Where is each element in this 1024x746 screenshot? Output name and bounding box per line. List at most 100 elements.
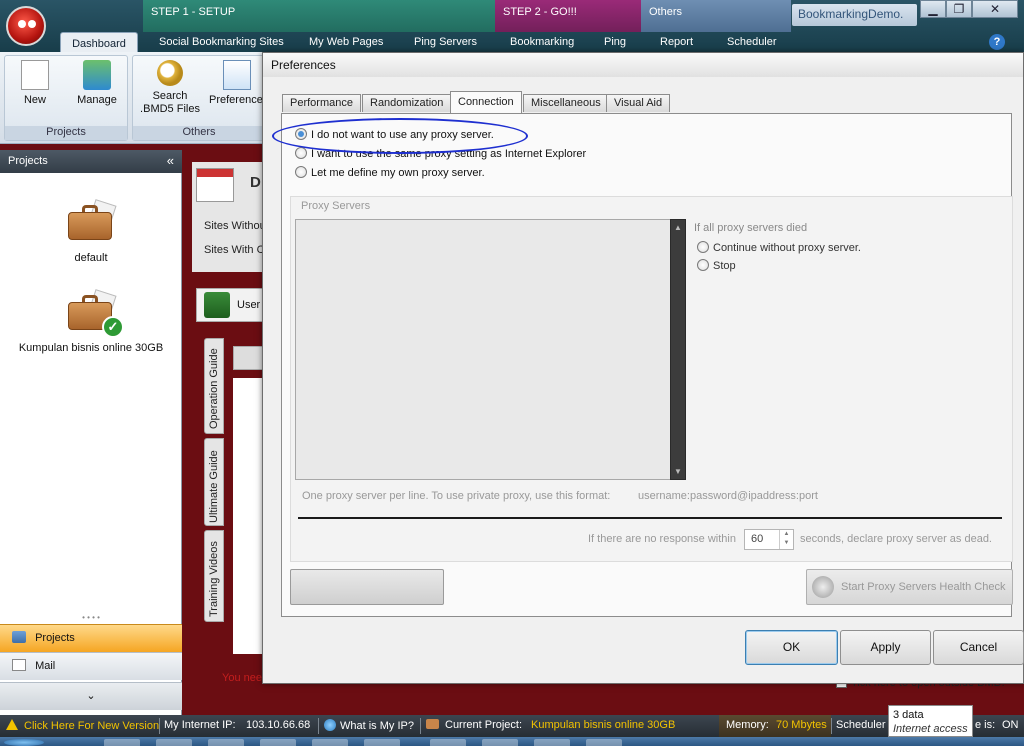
ribbon-group-projects: New Manage Projects xyxy=(4,55,128,141)
briefcase-small-icon xyxy=(426,719,439,729)
health-check-button[interactable]: Start Proxy Servers Health Check xyxy=(806,569,1013,605)
custom-proxy-radio[interactable]: Let me define my own proxy server. xyxy=(295,166,485,179)
collapse-panel-icon[interactable]: « xyxy=(167,153,174,168)
tab-training-videos[interactable]: Training Videos xyxy=(204,530,224,622)
projects-panel-header: Projects « xyxy=(0,150,182,173)
project-item[interactable]: ✓ Kumpulan bisnis online 30GB xyxy=(0,289,182,354)
annotation-circle xyxy=(272,118,528,154)
declare-dead-label: seconds, declare proxy server as dead. xyxy=(800,533,992,545)
tab-my-web-pages[interactable]: My Web Pages xyxy=(309,36,383,48)
taskbar-item[interactable] xyxy=(260,739,296,746)
manage-stack-icon xyxy=(83,60,111,90)
memory-label: Memory: xyxy=(726,719,769,731)
proxy-list-textarea[interactable] xyxy=(295,219,672,480)
ok-button[interactable]: OK xyxy=(745,630,838,665)
separator-line xyxy=(298,517,1002,519)
memory-value: 70 Mbytes xyxy=(776,719,827,731)
maximize-button[interactable]: ❐ xyxy=(946,0,972,18)
panel-resize-grip[interactable]: • • • • xyxy=(0,614,182,622)
ribbon-group-others: Search .BMD5 Files Preference Others xyxy=(132,55,266,141)
taskbar-item[interactable] xyxy=(104,739,140,746)
stop-radio[interactable]: Stop xyxy=(697,259,736,272)
document-icon xyxy=(196,168,234,202)
new-version-link[interactable]: Click Here For New Version xyxy=(6,719,159,732)
app-title: BookmarkingDemo. xyxy=(792,4,917,26)
taskbar-item[interactable] xyxy=(586,739,622,746)
search-bmd5-button[interactable]: Search .BMD5 Files xyxy=(137,60,203,116)
project-item[interactable]: default xyxy=(0,199,182,264)
start-button-icon[interactable] xyxy=(4,739,44,746)
proxy-servers-legend: Proxy Servers xyxy=(301,200,371,212)
new-project-button[interactable]: New xyxy=(17,60,53,106)
tab-report[interactable]: Report xyxy=(660,36,693,48)
others-header: Others xyxy=(641,0,791,32)
apply-button[interactable]: Apply xyxy=(840,630,931,665)
tab-connection[interactable]: Connection xyxy=(450,91,522,113)
nav-more-button[interactable]: ⌄ xyxy=(0,682,182,710)
projects-panel: Projects « default ✓ Kumpulan bisnis onl… xyxy=(0,150,182,715)
spin-arrows-icon[interactable]: ▲ ▼ xyxy=(779,530,793,549)
tab-bookmarking[interactable]: Bookmarking xyxy=(510,36,574,48)
taskbar-item[interactable] xyxy=(208,739,244,746)
health-check-icon xyxy=(812,576,834,598)
nav-mail-label: Mail xyxy=(35,660,56,672)
warning-icon xyxy=(6,719,18,730)
tab-dashboard[interactable]: Dashboard xyxy=(60,32,138,54)
current-project-label: Current Project: xyxy=(426,719,522,731)
preferences-button[interactable]: Preference xyxy=(209,60,267,106)
tab-visual-aid[interactable]: Visual Aid xyxy=(606,94,671,112)
nav-projects[interactable]: Projects xyxy=(0,624,182,652)
tab-randomization[interactable]: Randomization xyxy=(362,94,452,112)
proxy-list-scrollbar[interactable]: ▲ ▼ xyxy=(670,219,686,480)
what-is-my-ip-link[interactable]: What is My IP? xyxy=(324,719,414,732)
status-value: ON xyxy=(1002,719,1019,731)
blank-action-button[interactable] xyxy=(290,569,444,605)
radio-dot xyxy=(295,147,307,159)
taskbar-item[interactable] xyxy=(482,739,518,746)
projects-nav-icon xyxy=(12,631,26,643)
step1-header: STEP 1 - SETUP xyxy=(143,0,495,32)
close-window-button[interactable]: ✕ xyxy=(972,0,1018,18)
tab-performance[interactable]: Performance xyxy=(282,94,361,112)
tab-ping[interactable]: Ping xyxy=(604,36,626,48)
died-label: If all proxy servers died xyxy=(694,222,808,234)
cancel-button[interactable]: Cancel xyxy=(933,630,1024,665)
scroll-up-icon[interactable]: ▲ xyxy=(674,223,682,232)
magnifier-icon xyxy=(157,60,183,86)
radio-dot xyxy=(295,166,307,178)
tab-ping-servers[interactable]: Ping Servers xyxy=(414,36,477,48)
scheduler-status[interactable]: Scheduler xyxy=(836,719,886,731)
scroll-down-icon[interactable]: ▼ xyxy=(674,467,682,476)
tab-operation-guide[interactable]: Operation Guide xyxy=(204,338,224,434)
briefcase-icon xyxy=(66,199,117,242)
taskbar-item[interactable] xyxy=(534,739,570,746)
minimize-button[interactable]: ▁ xyxy=(920,0,946,18)
timeout-stepper[interactable]: 60 ▲ ▼ xyxy=(744,529,794,550)
my-ip-label: My Internet IP: xyxy=(164,719,236,731)
active-check-icon: ✓ xyxy=(102,316,124,338)
dialog-title: Preferences xyxy=(263,53,1023,77)
manage-projects-button[interactable]: Manage xyxy=(73,60,121,106)
taskbar-item[interactable] xyxy=(312,739,348,746)
tab-miscellaneous[interactable]: Miscellaneous xyxy=(523,94,609,112)
taskbar-item[interactable] xyxy=(364,739,400,746)
ribbon-group-label-others: Others xyxy=(133,126,265,140)
tab-scheduler[interactable]: Scheduler xyxy=(727,36,777,48)
current-project-value: Kumpulan bisnis online 30GB xyxy=(531,719,676,731)
sites-with-label: Sites With C xyxy=(204,244,265,256)
tab-social-bookmarking-sites[interactable]: Social Bookmarking Sites xyxy=(159,36,284,48)
proxy-format-text: username:password@ipaddress:port xyxy=(638,490,818,502)
briefcase-icon: ✓ xyxy=(66,289,124,338)
globe-icon xyxy=(324,719,336,731)
help-icon[interactable]: ? xyxy=(989,34,1005,50)
taskbar-item[interactable] xyxy=(430,739,466,746)
nav-mail[interactable]: Mail xyxy=(0,652,182,680)
ribbon-group-label-projects: Projects xyxy=(5,126,127,140)
tab-ultimate-guide[interactable]: Ultimate Guide xyxy=(204,438,224,526)
status-suffix: e is: xyxy=(975,719,996,731)
proxy-hint-text: One proxy server per line. To use privat… xyxy=(302,490,611,502)
continue-without-proxy-radio[interactable]: Continue without proxy server. xyxy=(697,241,861,254)
preferences-icon xyxy=(223,60,251,90)
dashboard-card-title: D xyxy=(250,174,261,191)
taskbar-item[interactable] xyxy=(156,739,192,746)
